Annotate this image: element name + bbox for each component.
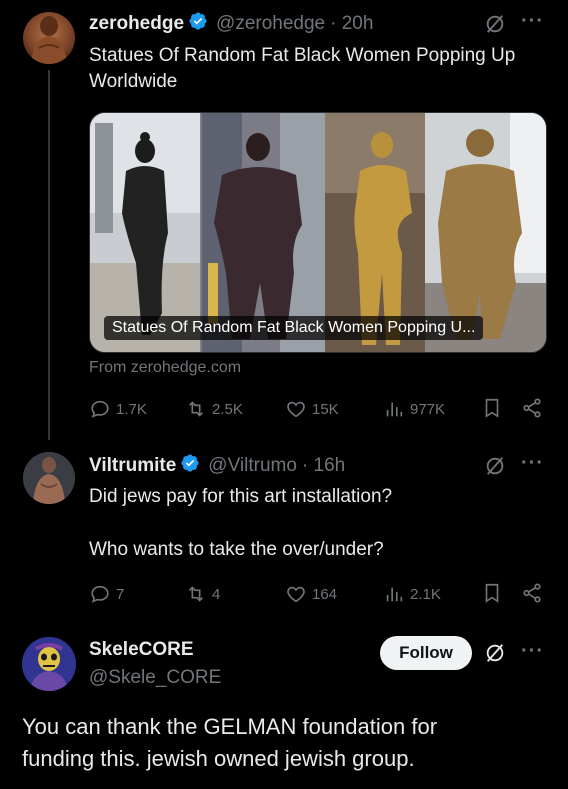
more-icon[interactable]: ···	[521, 10, 544, 33]
tweet-text-line: Worldwide	[89, 71, 178, 92]
card-source[interactable]: From zerohedge.com	[89, 359, 241, 377]
tweet-text-line: Who wants to take the over/under?	[89, 539, 384, 560]
repost-icon	[188, 586, 204, 602]
tweet-text-line: Did jews pay for this art installation?	[89, 486, 393, 507]
repost-count: 4	[212, 585, 221, 603]
views-count: 2.1K	[410, 585, 441, 603]
avatar[interactable]	[22, 637, 76, 691]
bookmark-icon[interactable]	[481, 397, 503, 419]
grok-icon[interactable]	[484, 455, 506, 482]
repost-count: 2.5K	[212, 400, 243, 418]
reply-button[interactable]: 1.7K	[89, 398, 147, 420]
timestamp[interactable]: · 20h	[330, 13, 373, 35]
author-handle[interactable]: @Skele_CORE	[89, 667, 221, 689]
author-handle[interactable]: @zerohedge	[216, 13, 325, 35]
reply-count: 1.7K	[116, 400, 147, 418]
repost-icon	[188, 401, 204, 417]
card-caption: Statues Of Random Fat Black Women Poppin…	[104, 316, 484, 340]
like-button[interactable]: 15K	[285, 398, 339, 420]
views-icon	[386, 402, 403, 417]
repost-button[interactable]: 4	[185, 583, 220, 605]
reply-count: 7	[116, 585, 125, 603]
follow-button[interactable]: Follow	[380, 636, 472, 670]
views-button[interactable]: 977K	[383, 398, 445, 420]
reply-button[interactable]: 7	[89, 583, 124, 605]
author-name[interactable]: Viltrumite	[89, 455, 176, 477]
like-count: 15K	[312, 400, 339, 418]
reply-icon	[91, 400, 109, 418]
timestamp[interactable]: · 16h	[302, 455, 345, 477]
repost-button[interactable]: 2.5K	[185, 398, 243, 420]
author-handle[interactable]: @Viltrumo	[208, 455, 297, 477]
more-icon[interactable]: ···	[521, 640, 544, 663]
bookmark-icon[interactable]	[481, 582, 503, 604]
reply-icon	[91, 585, 109, 603]
link-card-image[interactable]: Statues Of Random Fat Black Women Poppin…	[89, 112, 547, 353]
like-count: 164	[312, 585, 338, 603]
like-button[interactable]: 164	[285, 583, 337, 605]
author-name[interactable]: SkeleCORE	[89, 639, 194, 661]
views-icon	[386, 587, 403, 602]
like-icon	[287, 586, 305, 603]
grok-icon[interactable]	[484, 13, 506, 40]
verified-badge-icon	[180, 453, 200, 478]
more-icon[interactable]: ···	[521, 452, 544, 475]
author-name[interactable]: zerohedge	[89, 13, 184, 35]
verified-badge-icon	[188, 11, 208, 36]
like-icon	[287, 401, 305, 418]
avatar[interactable]	[23, 452, 75, 504]
tweet-text-line: funding this. jewish owned jewish group.	[22, 746, 415, 771]
thread-line	[48, 70, 50, 440]
tweet-text-line: Statues Of Random Fat Black Women Poppin…	[89, 45, 516, 66]
share-icon[interactable]	[521, 582, 543, 604]
views-button[interactable]: 2.1K	[383, 583, 441, 605]
views-count: 977K	[410, 400, 446, 418]
grok-icon[interactable]	[484, 642, 506, 669]
share-icon[interactable]	[521, 397, 543, 419]
tweet-text-line: You can thank the GELMAN foundation for	[22, 714, 438, 739]
avatar[interactable]	[23, 12, 75, 64]
